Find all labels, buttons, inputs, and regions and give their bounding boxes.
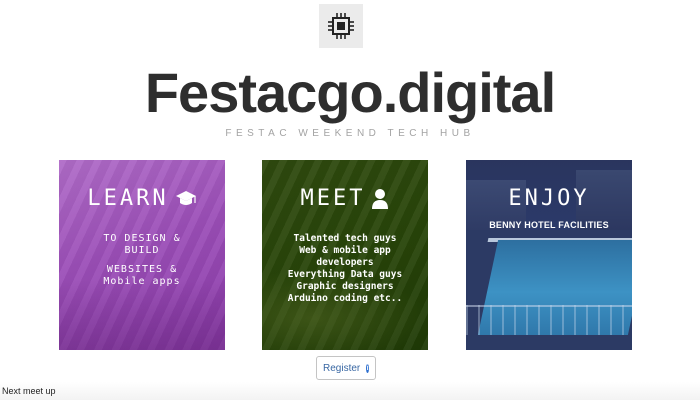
- info-icon: i: [366, 363, 369, 373]
- meet-line-4: Everything Data guys: [287, 269, 403, 280]
- meet-line-5: Graphic designers: [296, 281, 394, 292]
- meet-heading-text: MEET: [300, 186, 366, 211]
- footer-strip: [0, 382, 700, 400]
- site-tagline: FESTAC WEEKEND TECH HUB: [225, 128, 475, 139]
- next-meet-up-label: Next meet up: [2, 386, 56, 396]
- meet-line-1: Talented tech guys: [293, 233, 397, 244]
- user-icon: [372, 188, 389, 209]
- meet-card[interactable]: MEET Talented tech guys Web & mobile app…: [262, 160, 428, 350]
- learn-card-heading: LEARN: [59, 186, 225, 211]
- register-button[interactable]: Register i: [316, 356, 376, 380]
- meet-line-3: developers: [316, 257, 374, 268]
- learn-card-shade: [59, 280, 225, 350]
- railing: [466, 305, 632, 335]
- enjoy-card[interactable]: ENJOY BENNY HOTEL FACILITIES: [466, 160, 632, 350]
- learn-line-4: Mobile apps: [103, 276, 181, 287]
- meet-line-6: Arduino coding etc..: [287, 293, 403, 304]
- logo[interactable]: [319, 4, 363, 48]
- meet-line-2: Web & mobile app: [299, 245, 391, 256]
- meet-body: Talented tech guys Web & mobile app deve…: [262, 233, 428, 305]
- page: Festacgo.digital FESTAC WEEKEND TECH HUB…: [0, 0, 700, 400]
- learn-line-2: BUILD: [124, 245, 160, 256]
- learn-card[interactable]: LEARN TO DESIGN & BUILD WEBSITES & Mobil…: [59, 160, 225, 350]
- learn-line-3: WEBSITES &: [106, 264, 178, 275]
- meet-card-heading: MEET: [262, 186, 428, 211]
- graduation-cap-icon: [175, 190, 196, 205]
- register-button-label: Register: [323, 362, 361, 374]
- enjoy-subtitle: BENNY HOTEL FACILITIES: [489, 220, 609, 230]
- site-title: Festacgo.digital: [144, 61, 556, 124]
- cpu-chip-icon: [328, 13, 354, 39]
- learn-heading-text: LEARN: [87, 186, 169, 211]
- enjoy-heading-text: ENJOY: [508, 186, 590, 211]
- enjoy-card-heading: ENJOY: [466, 186, 632, 211]
- learn-line-1: TO DESIGN &: [103, 233, 181, 244]
